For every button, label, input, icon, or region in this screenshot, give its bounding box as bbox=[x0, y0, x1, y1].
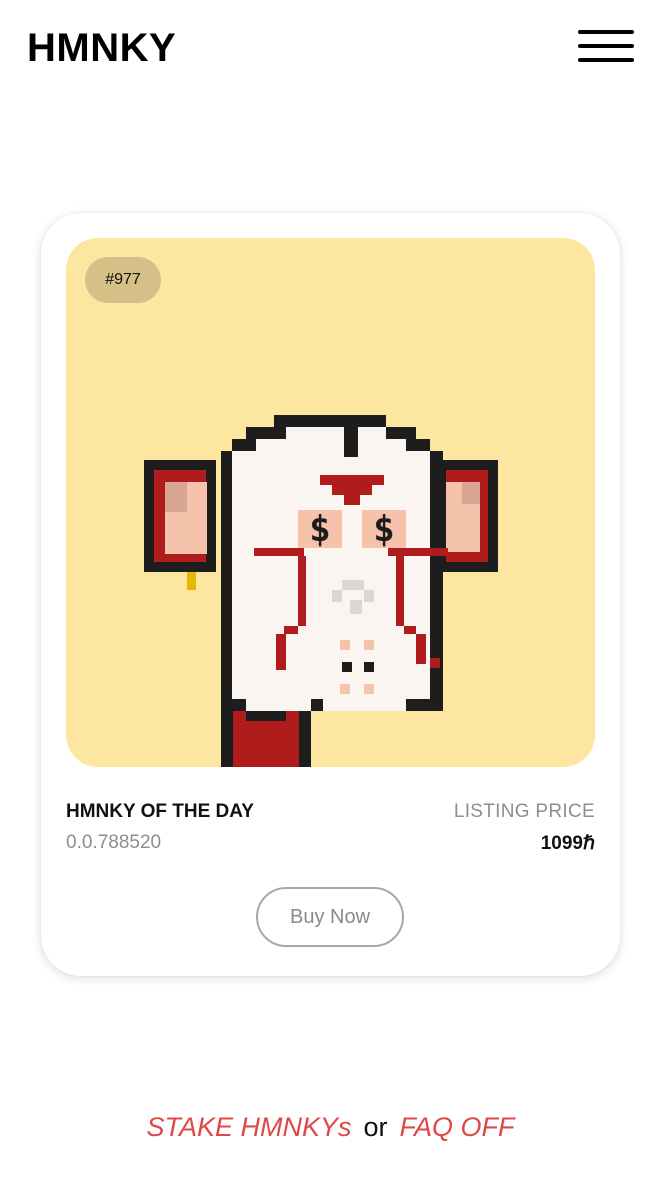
footer-links: STAKE HMNKYs or FAQ OFF bbox=[0, 1112, 661, 1143]
logo[interactable]: HMNKY bbox=[27, 26, 176, 71]
header: HMNKY bbox=[0, 0, 661, 100]
menu-line bbox=[578, 58, 634, 62]
buy-now-button[interactable]: Buy Now bbox=[256, 887, 404, 947]
menu-line bbox=[578, 44, 634, 48]
separator-text: or bbox=[363, 1112, 388, 1142]
card-title: HMNKY OF THE DAY bbox=[66, 801, 254, 822]
stake-link[interactable]: STAKE HMNKYs bbox=[146, 1112, 351, 1142]
nft-card: $ $ #977 HMNKY OF THE DAY 0.0.788520 LIS… bbox=[41, 213, 620, 976]
token-number-badge: #977 bbox=[85, 257, 161, 303]
svg-text:$: $ bbox=[373, 509, 395, 550]
faq-link[interactable]: FAQ OFF bbox=[400, 1112, 515, 1142]
token-id: 0.0.788520 bbox=[66, 832, 162, 853]
svg-text:$: $ bbox=[309, 509, 331, 550]
price-value: 1099ℏ bbox=[540, 833, 595, 854]
hamburger-menu-icon[interactable] bbox=[576, 28, 636, 68]
menu-line bbox=[578, 30, 634, 34]
monkey-pixel-art: $ $ bbox=[144, 415, 498, 767]
price-label: LISTING PRICE bbox=[453, 801, 595, 822]
nft-image[interactable]: $ $ #977 bbox=[66, 238, 595, 767]
